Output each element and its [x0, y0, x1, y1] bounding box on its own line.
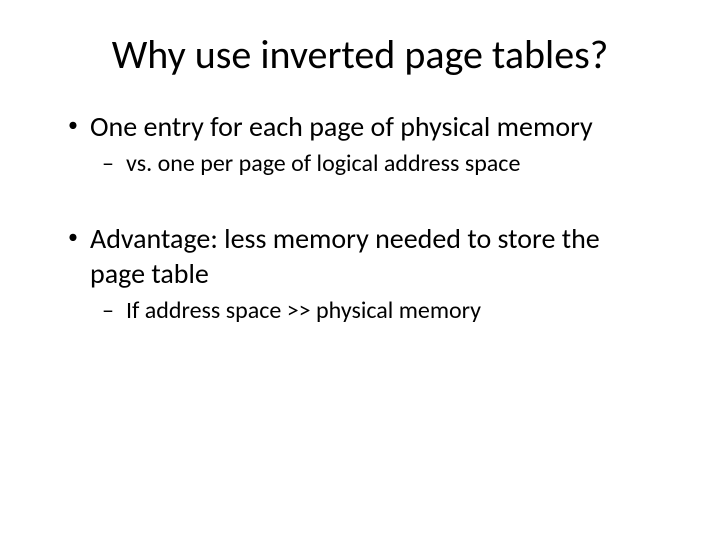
sub-bullet-item: vs. one per page of logical address spac… — [90, 148, 660, 179]
bullet-item: Advantage: less memory needed to store t… — [60, 221, 660, 326]
bullet-text: One entry for each page of physical memo… — [90, 109, 593, 144]
bullet-list: Advantage: less memory needed to store t… — [60, 221, 660, 326]
slide-title: Why use inverted page tables? — [60, 30, 660, 79]
sub-bullet-text: If address space >> physical memory — [126, 296, 481, 325]
bullet-text: Advantage: less memory needed to store t… — [90, 221, 600, 291]
sub-bullet-item: If address space >> physical memory — [90, 295, 660, 326]
slide: Why use inverted page tables? One entry … — [0, 0, 720, 540]
sub-bullet-text: vs. one per page of logical address spac… — [126, 149, 520, 178]
sub-bullet-list: If address space >> physical memory — [90, 295, 660, 326]
sub-bullet-list: vs. one per page of logical address spac… — [90, 148, 660, 179]
spacer — [60, 185, 660, 221]
bullet-list: One entry for each page of physical memo… — [60, 109, 660, 179]
bullet-item: One entry for each page of physical memo… — [60, 109, 660, 179]
